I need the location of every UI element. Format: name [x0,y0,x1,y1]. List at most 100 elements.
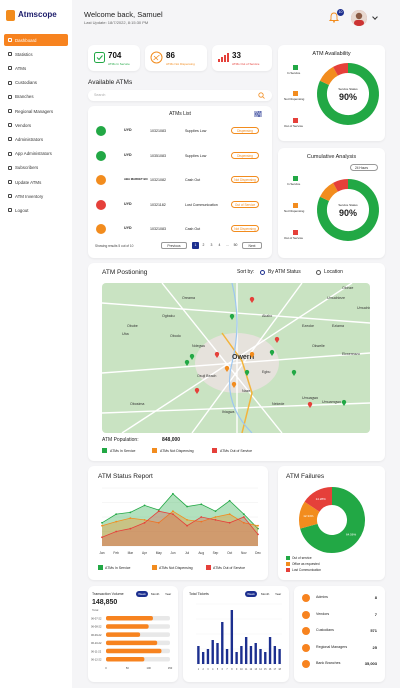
legend-swatch [206,565,211,570]
status-dot [96,150,106,161]
previous-button[interactable]: Previous [161,242,187,249]
bar [254,643,257,664]
atm-bank: ABA MARKET BO [124,177,148,181]
sidebar-item-custodians[interactable]: Custodians [4,77,68,89]
tab-year[interactable]: Year [165,592,171,596]
atm-reason: Supplies Low [185,129,207,133]
sort-radio-status[interactable] [260,270,265,275]
sidebar-item-administrators[interactable]: Administrators [4,133,68,145]
search-input[interactable]: Search [88,90,272,101]
legend-swatch [98,565,103,570]
chevron-down-icon[interactable] [372,14,378,20]
sidebar-item-label: Custodians [15,80,37,86]
map-place-label: Uba [122,332,129,336]
x-tick-label: 3 [207,669,209,671]
tab-year[interactable]: Year [275,592,281,596]
donut-center-label: Service Status [338,203,358,207]
sidebar-item-app-administrators[interactable]: App Administrators [4,148,68,160]
stat-card-in-service: 704 ATMs In Service [88,45,140,71]
tab-month[interactable]: Month [261,592,269,596]
sidebar-item-regional-managers[interactable]: Regional Managers [4,105,68,117]
atm-map[interactable]: Oreama Umuchieze Umuchima Ogbaku Akabo Obube U… [102,283,370,433]
atm-icon [94,52,105,63]
legend-swatch [293,176,298,181]
tab-month[interactable]: Month [151,592,159,596]
atm-state-badge[interactable]: Out of Service [231,200,259,208]
legend-swatch [152,448,157,453]
legend-label: Not Dispensing [284,97,305,101]
counts-card: Admins 8 Vendors 7 Custodians 571 Regional Man… [294,586,385,682]
x-tick-label: Apr [142,551,148,555]
x-tick-label: Sep [213,551,219,555]
atm-state-badge[interactable]: Dispensing [231,151,259,159]
bar [278,649,281,664]
map-place-label: Okwelle [312,344,325,348]
atm-positioning-card: ATM Postioning Sort by: By ATM Status Lo… [88,263,385,461]
next-button[interactable]: Next [242,242,262,249]
filter-icon[interactable] [254,111,262,117]
sort-radio-location[interactable] [316,270,321,275]
atm-state-badge[interactable]: Not Dispensing [231,176,259,183]
map-place-label: Ndegwu [192,344,205,348]
sidebar-item-statistics[interactable]: Statistics [4,48,68,60]
sidebar-item-atms[interactable]: ATMs [4,62,68,74]
bar-label: 06-11-22 [91,649,102,653]
sidebar-item-branches[interactable]: Branches [4,91,68,103]
user-group-icon [302,660,310,668]
nav-icon [8,66,12,71]
avatar[interactable] [351,10,367,26]
page-ellipsis[interactable]: ... [224,242,231,249]
sidebar-item-label: Administrators [15,136,44,142]
stat-value: 33 [232,51,241,60]
donut-center-value: 90% [338,92,357,102]
data-point [143,519,146,521]
x-tick-label: Mar [128,551,134,555]
sidebar-item-label: Vendors [15,122,32,128]
legend-swatch [152,565,157,570]
showing-results: Showing results 5 out of 10 [95,244,134,248]
search-icon[interactable] [258,92,265,99]
x-tick-label: 0 [105,666,107,670]
status-dot [96,199,106,210]
slice-label: 64.56% [346,533,357,537]
sidebar-item-atm-inventory[interactable]: ATM Inventory [4,190,68,202]
x-tick-label: Nov [241,551,247,555]
data-point [214,510,217,513]
user-group-icon [302,594,310,602]
page-50[interactable]: 50 [232,242,239,249]
atm-id: 10321083 [150,129,166,133]
sidebar-item-update-atms[interactable]: Update ATMs [4,176,68,188]
sort-option-status[interactable]: By ATM Status [268,269,301,275]
sidebar-item-dashboard[interactable]: Dashboard [4,34,68,46]
sidebar-item-vendors[interactable]: Vendors [4,119,68,131]
period-dropdown[interactable]: 24 Hours [350,164,378,171]
stat-card-not-dispensing: 86 ATMs Not Dispensing [145,45,207,71]
sidebar-item-logout[interactable]: Logout [4,204,68,216]
data-point [200,516,203,518]
page-2[interactable]: 2 [200,242,207,249]
x-tick-label: 7 [226,669,228,671]
donut-slice-out-of-service [333,179,349,192]
atm-state-badge[interactable]: Not Dispensing [231,225,259,232]
page-4[interactable]: 4 [216,242,223,249]
bar [235,652,238,664]
donut-slice-not-dispensing [319,182,339,202]
search-placeholder: Search [94,93,106,97]
x-tick-label: 50 [126,666,129,670]
page-3[interactable]: 3 [208,242,215,249]
status-dot [96,126,106,136]
atm-state-badge[interactable]: Dispensing [231,127,259,134]
atm-id: 10351083 [150,153,166,158]
page-1[interactable]: 1 [192,242,199,249]
data-point [228,521,231,524]
x-tick-label: 13 [254,669,257,671]
sidebar-item-subscribers[interactable]: Subscribers [4,162,68,174]
count-value: 571 [370,628,377,633]
x-tick-label: 100 [147,666,152,670]
data-point [214,519,217,521]
tab-week[interactable]: Week [245,591,257,597]
tab-week[interactable]: Week [136,591,148,597]
data-point [101,524,103,527]
transaction-total-label: Total [92,608,99,612]
sort-option-location[interactable]: Location [324,269,343,275]
